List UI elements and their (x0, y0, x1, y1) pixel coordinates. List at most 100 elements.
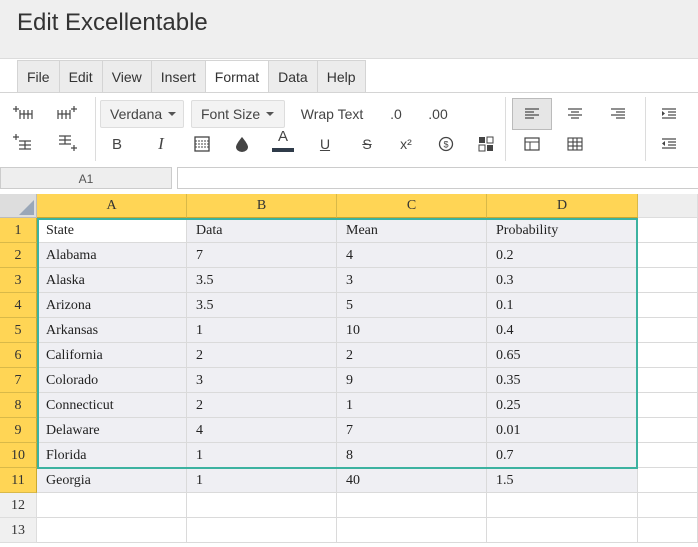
table-cell[interactable] (638, 443, 698, 468)
bold-button[interactable]: B (106, 133, 128, 155)
insert-column-right-icon[interactable] (54, 101, 80, 125)
menu-data[interactable]: Data (269, 61, 318, 93)
insert-column-left-icon[interactable] (10, 101, 36, 125)
table-cell[interactable]: 9 (337, 368, 487, 393)
table-cell[interactable] (638, 368, 698, 393)
wrap-text-button[interactable]: Wrap Text (296, 103, 368, 125)
fill-color-icon[interactable] (231, 133, 253, 155)
column-header-a[interactable]: A (37, 194, 187, 218)
row-header[interactable]: 6 (0, 343, 37, 368)
table-cell[interactable] (638, 493, 698, 518)
table-cell[interactable]: Connecticut (37, 393, 187, 418)
table-cell[interactable]: 3 (337, 268, 487, 293)
table-cell[interactable] (638, 218, 698, 243)
table-cell[interactable]: 3.5 (187, 293, 337, 318)
table-cell[interactable]: 1.5 (487, 468, 638, 493)
table-cell[interactable]: 4 (187, 418, 337, 443)
table-cell[interactable]: Mean (337, 218, 487, 243)
table-cell[interactable] (187, 493, 337, 518)
table-cell[interactable] (638, 418, 698, 443)
table-cell[interactable]: 1 (187, 318, 337, 343)
table-cell[interactable]: Delaware (37, 418, 187, 443)
select-all-corner[interactable] (0, 194, 37, 218)
table-cell[interactable]: 1 (187, 468, 337, 493)
superscript-button[interactable]: x² (395, 133, 417, 155)
table-cell[interactable]: 1 (337, 393, 487, 418)
table-cell[interactable]: 0.25 (487, 393, 638, 418)
row-header[interactable]: 10 (0, 443, 37, 468)
row-header[interactable]: 5 (0, 318, 37, 343)
table-cell[interactable]: 3 (187, 368, 337, 393)
row-header[interactable]: 2 (0, 243, 37, 268)
underline-button[interactable]: U (314, 133, 336, 155)
table-cell[interactable]: 0.7 (487, 443, 638, 468)
menu-insert[interactable]: Insert (152, 61, 206, 93)
table-cell[interactable]: 2 (187, 393, 337, 418)
table-cell[interactable]: 0.65 (487, 343, 638, 368)
name-box[interactable]: A1 (0, 167, 172, 189)
table-cell[interactable]: 0.2 (487, 243, 638, 268)
row-header[interactable]: 12 (0, 493, 37, 518)
column-header-b[interactable]: B (187, 194, 337, 218)
table-cell[interactable]: 0.3 (487, 268, 638, 293)
column-header-d[interactable]: D (487, 194, 638, 218)
row-header[interactable]: 13 (0, 518, 37, 543)
column-header-c[interactable]: C (337, 194, 487, 218)
table-cell[interactable]: 1 (187, 443, 337, 468)
font-size-dropdown[interactable]: Font Size (191, 100, 285, 128)
table-cell[interactable]: 8 (337, 443, 487, 468)
row-header[interactable]: 3 (0, 268, 37, 293)
table-cell[interactable] (487, 493, 638, 518)
table-cell[interactable] (638, 293, 698, 318)
row-header[interactable]: 11 (0, 468, 37, 493)
table-cell[interactable]: Alabama (37, 243, 187, 268)
table-cell[interactable]: Probability (487, 218, 638, 243)
table-cell[interactable] (37, 518, 187, 543)
table-cell[interactable]: State (37, 218, 187, 243)
table-cell[interactable]: 2 (337, 343, 487, 368)
table-cell[interactable]: Arkansas (37, 318, 187, 343)
table-cell[interactable]: Alaska (37, 268, 187, 293)
increase-decimal-button[interactable]: .00 (424, 103, 452, 125)
menu-file[interactable]: File (18, 61, 60, 93)
align-left-icon[interactable] (512, 98, 552, 130)
table-cell[interactable]: 7 (337, 418, 487, 443)
table-cell[interactable] (638, 318, 698, 343)
table-cell[interactable]: 2 (187, 343, 337, 368)
table-cell[interactable]: 7 (187, 243, 337, 268)
insert-row-above-icon[interactable] (10, 131, 36, 155)
table-cell[interactable]: California (37, 343, 187, 368)
table-cell[interactable] (638, 243, 698, 268)
table-cell[interactable]: 0.01 (487, 418, 638, 443)
menu-edit[interactable]: Edit (60, 61, 103, 93)
row-header[interactable]: 4 (0, 293, 37, 318)
font-family-dropdown[interactable]: Verdana (100, 100, 184, 128)
table-cell[interactable]: Florida (37, 443, 187, 468)
currency-icon[interactable]: $ (435, 133, 457, 155)
row-header[interactable]: 8 (0, 393, 37, 418)
formula-input[interactable] (177, 167, 698, 189)
table-cell[interactable]: 10 (337, 318, 487, 343)
table-cell[interactable] (638, 393, 698, 418)
table-cell[interactable] (37, 493, 187, 518)
table-cell[interactable] (638, 518, 698, 543)
borders-icon[interactable] (191, 133, 213, 155)
table-cell[interactable]: 5 (337, 293, 487, 318)
table-cell[interactable]: 4 (337, 243, 487, 268)
decrease-decimal-button[interactable]: .0 (384, 103, 408, 125)
table-cell[interactable]: 0.1 (487, 293, 638, 318)
strikethrough-button[interactable]: S (356, 133, 378, 155)
table-cell[interactable] (638, 268, 698, 293)
table-cell[interactable] (337, 493, 487, 518)
font-color-button[interactable]: A (272, 127, 294, 153)
table-cell[interactable]: 40 (337, 468, 487, 493)
row-header[interactable]: 9 (0, 418, 37, 443)
column-header-e[interactable] (638, 194, 698, 218)
insert-row-below-icon[interactable] (54, 131, 80, 155)
table-cell[interactable]: Georgia (37, 468, 187, 493)
table-cell[interactable] (638, 343, 698, 368)
table-cell[interactable]: 0.4 (487, 318, 638, 343)
menu-help[interactable]: Help (318, 61, 365, 93)
align-center-icon[interactable] (562, 103, 588, 125)
table-cell[interactable] (487, 518, 638, 543)
